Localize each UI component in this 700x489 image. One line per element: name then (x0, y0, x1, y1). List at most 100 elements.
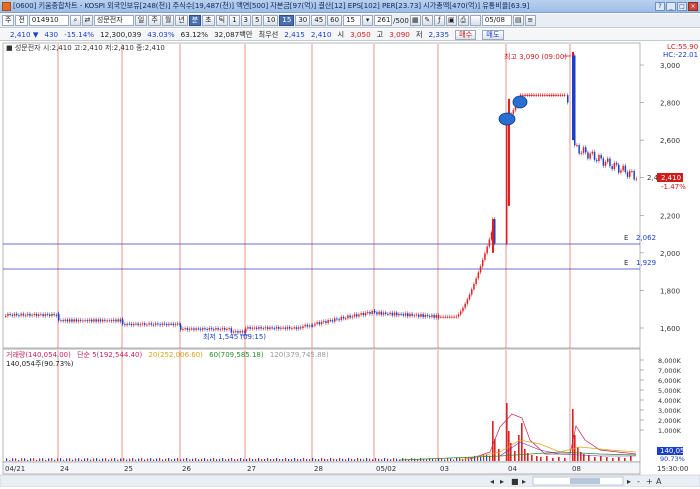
sell-button[interactable]: 매도 (482, 29, 504, 40)
date-input[interactable]: 05/08 (481, 15, 512, 26)
chart-type-icon[interactable]: ▦ (409, 15, 421, 26)
scroll-next-icon[interactable]: ▸ (522, 477, 526, 486)
volume-bar (267, 458, 269, 461)
chart-canvas[interactable]: 3,0002,8002,6002,4002,2002,0001,8001,600… (0, 42, 700, 488)
volume-tick-label: 6,000K (658, 377, 682, 385)
type-select[interactable]: 전 (15, 15, 28, 26)
volume-bar (524, 449, 526, 461)
link-icon[interactable]: ⇄ (81, 15, 93, 26)
candle (314, 323, 316, 326)
zoom-in-icon[interactable]: + (646, 477, 653, 486)
candle (219, 329, 222, 331)
x-axis-label: 05/02 (376, 465, 396, 473)
high-value: 3,090 (389, 30, 410, 39)
candle (144, 323, 146, 325)
interval-30[interactable]: 30 (295, 15, 311, 26)
signal-marker[interactable] (498, 112, 516, 126)
candle (113, 319, 115, 321)
candle (351, 316, 354, 318)
candle (593, 151, 596, 160)
volume-tick-label: 7,000K (658, 367, 682, 375)
count-input[interactable]: 261 (374, 15, 393, 26)
title-bar[interactable]: [0600] 키움종합차트 - KOSPI 외국인보유[248(천)] 주식수[… (0, 0, 700, 13)
scroll-end-icon[interactable]: ▸ (627, 477, 631, 486)
zoom-out-icon[interactable]: - (637, 477, 640, 486)
volume-bar (123, 458, 125, 461)
candle (435, 315, 438, 318)
volume-bar (294, 458, 296, 461)
volume-bar (159, 458, 161, 461)
interval-45[interactable]: 45 (311, 15, 327, 26)
interval-5[interactable]: 5 (252, 15, 263, 26)
minimize-button[interactable]: _ (666, 1, 676, 11)
chevron-down-icon[interactable]: ▾ (362, 15, 374, 26)
maximize-button[interactable]: □ (677, 1, 687, 11)
interval-1[interactable]: 1 (229, 15, 240, 26)
print-icon[interactable]: ⎙ (457, 15, 469, 26)
period-month[interactable]: 월 (161, 15, 175, 26)
candle (106, 320, 108, 322)
candle (148, 323, 150, 325)
candle (378, 311, 380, 315)
candle (473, 283, 475, 290)
font-size-icon[interactable]: A (656, 477, 662, 486)
candle (409, 313, 411, 317)
hline-marker-2[interactable]: E (624, 259, 628, 267)
candle (150, 323, 153, 325)
market-select[interactable]: 주 (2, 15, 15, 26)
period-minute[interactable]: 분 (188, 15, 202, 26)
candle (429, 316, 431, 318)
scroll-first-icon[interactable]: ◂ (490, 477, 494, 486)
period-day[interactable]: 일 (134, 15, 148, 26)
checkbox-icon[interactable] (469, 15, 481, 26)
candle (202, 328, 204, 330)
help-button[interactable]: ? (655, 1, 665, 11)
hline-marker-1[interactable]: E (624, 234, 628, 242)
volume-bar (243, 459, 245, 461)
signal-marker[interactable] (512, 95, 528, 109)
stock-name-field[interactable]: 성문전자 (93, 15, 134, 26)
volume-bar (72, 459, 74, 461)
list-icon[interactable]: ≡ (524, 15, 536, 26)
buy-button[interactable]: 매수 (455, 29, 477, 40)
volume-bar (69, 458, 71, 461)
candle (506, 121, 508, 244)
interval-15[interactable]: 15 (279, 15, 295, 26)
stock-code-input[interactable]: 014910 (28, 15, 69, 26)
interval-input[interactable]: 15 (343, 15, 362, 26)
scroll-thumb[interactable] (570, 478, 600, 484)
candle (280, 327, 282, 329)
tool-icon[interactable]: ✎ (421, 15, 433, 26)
period-tick[interactable]: 틱 (215, 15, 229, 26)
interval-3[interactable]: 3 (240, 15, 252, 26)
price-tick-label: 2,000 (660, 250, 680, 258)
candle (411, 313, 413, 316)
period-year[interactable]: 년 (175, 15, 188, 26)
interval-60[interactable]: 60 (327, 15, 343, 26)
close-button[interactable]: × (688, 1, 698, 11)
candle (18, 315, 20, 317)
candle (446, 316, 449, 318)
volume-bar (117, 459, 119, 461)
chart-area[interactable]: 3,0002,8002,6002,4002,2002,0001,8001,600… (0, 42, 700, 488)
interval-10[interactable]: 10 (263, 15, 279, 26)
chart-window: [0600] 키움종합차트 - KOSPI 외국인보유[248(천)] 주식수[… (0, 0, 700, 488)
period-week[interactable]: 주 (148, 15, 161, 26)
save-icon[interactable]: ▣ (445, 15, 457, 26)
candle (40, 314, 42, 316)
search-icon[interactable]: ⌕ (69, 15, 81, 26)
candle (44, 314, 47, 316)
candle (387, 313, 389, 315)
indicator-icon[interactable]: ƒ (433, 15, 445, 26)
volume-bar (279, 459, 281, 461)
period-second[interactable]: 초 (202, 15, 215, 26)
candle (449, 316, 451, 318)
play-icon[interactable]: ■ (511, 477, 519, 486)
volume-bar (129, 458, 131, 461)
candle (195, 328, 197, 330)
candle (385, 312, 387, 314)
candle (391, 312, 394, 316)
scroll-prev-icon[interactable]: ▸ (500, 477, 504, 486)
volume-bar (51, 458, 53, 461)
calendar-icon[interactable]: ▤ (512, 15, 524, 26)
